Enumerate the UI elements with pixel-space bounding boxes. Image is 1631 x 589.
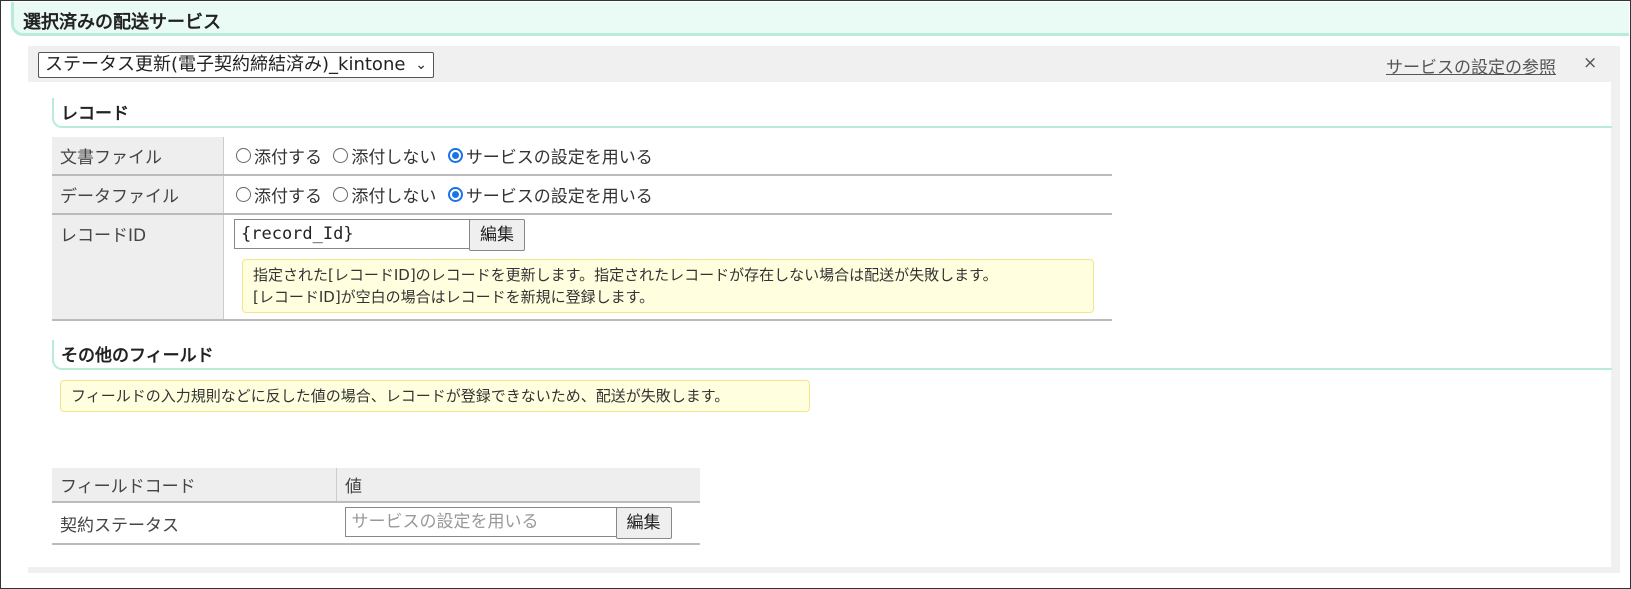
radio-checked-icon xyxy=(447,148,463,163)
service-panel: ステータス更新(電子契約締結済み)_kintone ⌄ サービスの設定の参照 ×… xyxy=(28,46,1620,573)
doc-file-radio-attach[interactable]: 添付する xyxy=(236,143,322,168)
service-select[interactable]: ステータス更新(電子契約締結済み)_kintone ⌄ xyxy=(38,52,434,78)
radio-label: 添付する xyxy=(254,187,322,207)
radio-icon xyxy=(333,187,349,202)
record-form: 文書ファイル 添付する 添付しない サービスの設定を用いる データファイル 添付… xyxy=(52,137,1112,321)
data-file-radio-no-attach[interactable]: 添付しない xyxy=(333,182,436,207)
radio-label: 添付しない xyxy=(351,187,437,207)
field-value-edit-button[interactable]: 編集 xyxy=(615,507,672,539)
radio-checked-icon xyxy=(447,187,463,202)
record-id-edit-button[interactable]: 編集 xyxy=(469,219,525,251)
section-title: 選択済みの配送サービス xyxy=(23,12,221,33)
other-fields-table: フィールドコード 値 契約ステータス サービスの設定を用いる 編集 xyxy=(52,468,700,545)
doc-file-row: 文書ファイル 添付する 添付しない サービスの設定を用いる xyxy=(52,137,1112,176)
doc-file-radio-no-attach[interactable]: 添付しない xyxy=(333,143,436,168)
data-file-options: 添付する 添付しない サービスの設定を用いる xyxy=(223,175,1112,215)
field-value-cell: サービスの設定を用いる 編集 xyxy=(336,502,700,545)
data-file-row: データファイル 添付する 添付しない サービスの設定を用いる xyxy=(52,175,1112,215)
panel-body: レコード 文書ファイル 添付する 添付しない サービスの設定を用いる データファ… xyxy=(28,82,1612,567)
table-row: 契約ステータス サービスの設定を用いる 編集 xyxy=(52,502,700,545)
radio-icon xyxy=(333,148,349,163)
data-file-label: データファイル xyxy=(52,175,224,215)
radio-label: 添付しない xyxy=(351,148,437,168)
other-fields-section-title: その他のフィールド xyxy=(61,346,214,366)
radio-label: サービスの設定を用いる xyxy=(465,148,653,168)
section-header: 選択済みの配送サービス xyxy=(11,2,1629,36)
chevron-down-icon: ⌄ xyxy=(415,57,427,73)
other-fields-note: フィールドの入力規則などに反した値の場合、レコードが登録できないため、配送が失敗… xyxy=(60,380,810,412)
other-fields-subheader: その他のフィールド xyxy=(52,340,1612,370)
radio-label: 添付する xyxy=(254,148,322,168)
column-header-field-code: フィールドコード xyxy=(52,468,337,503)
radio-icon xyxy=(236,187,251,202)
record-id-cell: {record_Id} 編集 指定された[レコードID]のレコードを更新します。指… xyxy=(223,214,1112,321)
radio-label: サービスの設定を用いる xyxy=(465,187,653,207)
record-id-note-line2: [レコードID]が空白の場合はレコードを新規に登録します。 xyxy=(253,288,655,306)
doc-file-label: 文書ファイル xyxy=(52,137,224,176)
dialog-frame: 選択済みの配送サービス ステータス更新(電子契約締結済み)_kintone ⌄ … xyxy=(0,0,1631,589)
service-settings-link[interactable]: サービスの設定の参照 xyxy=(1386,53,1556,78)
service-select-value: ステータス更新(電子契約締結済み)_kintone xyxy=(45,54,406,75)
data-file-radio-use-service[interactable]: サービスの設定を用いる xyxy=(447,182,653,207)
record-id-input-group: {record_Id} 編集 xyxy=(234,219,1100,251)
table-header-row: フィールドコード 値 xyxy=(52,468,700,503)
doc-file-options: 添付する 添付しない サービスの設定を用いる xyxy=(223,137,1112,176)
radio-icon xyxy=(236,148,251,163)
field-code-cell: 契約ステータス xyxy=(52,502,337,545)
record-id-label: レコードID xyxy=(52,214,224,321)
data-file-radio-attach[interactable]: 添付する xyxy=(236,182,322,207)
record-id-input[interactable]: {record_Id} xyxy=(234,219,470,249)
doc-file-radio-use-service[interactable]: サービスの設定を用いる xyxy=(447,143,653,168)
record-id-row: レコードID {record_Id} 編集 指定された[レコードID]のレコードを… xyxy=(52,214,1112,321)
record-id-note: 指定された[レコードID]のレコードを更新します。指定されたレコードが存在しない… xyxy=(242,259,1094,313)
record-subheader: レコード xyxy=(52,98,1612,128)
record-section-title: レコード xyxy=(61,104,129,124)
record-id-note-line1: 指定された[レコードID]のレコードを更新します。指定されたレコードが存在しない… xyxy=(253,266,998,284)
field-value-input[interactable]: サービスの設定を用いる xyxy=(344,507,617,537)
close-icon[interactable]: × xyxy=(1583,53,1597,73)
column-header-value: 値 xyxy=(336,468,700,503)
